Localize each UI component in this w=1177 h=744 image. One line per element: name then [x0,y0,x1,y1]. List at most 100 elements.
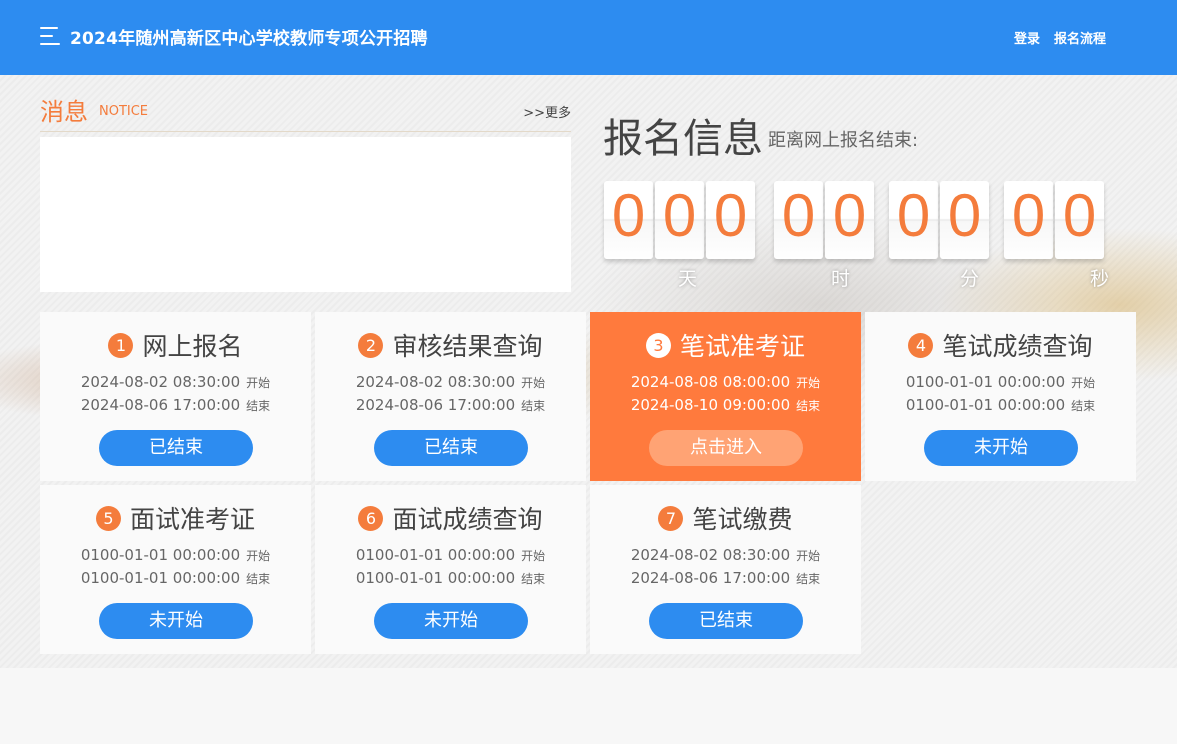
step-end-row: 2024-08-06 17:00:00 结束 [590,569,861,587]
step-number-badge: 4 [908,332,934,358]
step-start-tag: 开始 [796,549,821,563]
step-title: 审核结果查询 [392,332,543,361]
step-card: 4 笔试成绩查询 0100-01-01 00:00:00 开始 0100-01-01 0… [865,312,1136,481]
step-number-badge: 7 [658,505,684,531]
step-start-tag: 开始 [521,549,546,563]
countdown-hours-digit: 0 [825,181,874,259]
step-start-row: 0100-01-01 00:00:00 开始 [40,546,311,564]
step-card: 6 面试成绩查询 0100-01-01 00:00:00 开始 0100-01-01 0… [315,485,586,654]
step-card: 5 面试准考证 0100-01-01 00:00:00 开始 0100-01-01 00… [40,485,311,654]
step-title: 笔试准考证 [679,332,805,361]
step-end-tag: 结束 [796,399,821,413]
step-title: 笔试成绩查询 [942,332,1093,361]
registration-title: 报名信息 [603,116,763,162]
step-header: 2 审核结果查询 [315,328,586,362]
countdown-seconds-unit: 秒 [1090,268,1110,290]
step-action-button[interactable]: 未开始 [924,430,1078,466]
login-link[interactable]: 登录 [1014,28,1040,47]
step-end-time: 0100-01-01 00:00:00 [905,396,1066,414]
step-start-row: 0100-01-01 00:00:00 开始 [865,373,1136,391]
countdown-hours-unit: 时 [831,268,851,290]
step-start-tag: 开始 [1071,376,1096,390]
countdown-minutes-digit: 0 [940,181,989,259]
step-start-time: 2024-08-02 08:30:00 [355,373,516,391]
step-start-row: 2024-08-02 08:30:00 开始 [590,546,861,564]
step-end-tag: 结束 [521,399,546,413]
step-start-row: 2024-08-02 08:30:00 开始 [315,373,586,391]
step-end-time: 0100-01-01 00:00:00 [355,569,516,587]
step-end-time: 2024-08-06 17:00:00 [355,396,516,414]
step-action-button[interactable]: 未开始 [99,603,253,639]
step-card: 3 笔试准考证 2024-08-08 08:00:00 开始 2024-08-10 09… [590,312,861,481]
step-end-tag: 结束 [246,572,271,586]
notice-title: 消息 [40,98,88,126]
step-start-tag: 开始 [246,549,271,563]
step-start-time: 2024-08-02 08:30:00 [80,373,241,391]
step-action-button[interactable]: 点击进入 [649,430,803,466]
countdown-seconds-digit: 0 [1004,181,1053,259]
registration-countdown-label: 距离网上报名结束: [768,130,919,151]
site-title: 2024年随州高新区中心学校教师专项公开招聘 [70,29,428,49]
step-end-row: 0100-01-01 00:00:00 结束 [865,396,1136,414]
step-card: 2 审核结果查询 2024-08-02 08:30:00 开始 2024-08-06 1… [315,312,586,481]
notice-list [40,137,571,292]
step-start-time: 2024-08-02 08:30:00 [630,546,791,564]
step-header: 4 笔试成绩查询 [865,328,1136,362]
countdown-days-digit: 0 [706,181,755,259]
registration-process-link[interactable]: 报名流程 [1054,28,1106,47]
step-end-time: 2024-08-06 17:00:00 [80,396,241,414]
step-action-button[interactable]: 未开始 [374,603,528,639]
step-start-tag: 开始 [521,376,546,390]
step-action-button[interactable]: 已结束 [649,603,803,639]
step-start-time: 0100-01-01 00:00:00 [355,546,516,564]
step-start-row: 0100-01-01 00:00:00 开始 [315,546,586,564]
step-end-row: 0100-01-01 00:00:00 结束 [315,569,586,587]
step-header: 6 面试成绩查询 [315,501,586,535]
notice-more-link[interactable]: >>更多 [523,102,571,121]
notice-subtitle: NOTICE [99,104,149,119]
step-number-badge: 3 [645,332,671,358]
step-start-time: 2024-08-08 08:00:00 [630,373,791,391]
step-start-row: 2024-08-02 08:30:00 开始 [40,373,311,391]
step-end-row: 0100-01-01 00:00:00 结束 [40,569,311,587]
step-end-tag: 结束 [1071,399,1096,413]
top-navbar: 2024年随州高新区中心学校教师专项公开招聘 登录 报名流程 [0,0,1177,75]
step-card: 7 笔试缴费 2024-08-02 08:30:00 开始 2024-08-06 17:… [590,485,861,654]
notice-header: 消息 NOTICE >>更多 [40,90,571,132]
step-number-badge: 6 [358,505,384,531]
step-number-badge: 1 [108,332,134,358]
step-end-row: 2024-08-06 17:00:00 结束 [40,396,311,414]
countdown-days-digit: 0 [604,181,653,259]
countdown-days-unit: 天 [678,268,698,290]
step-start-time: 0100-01-01 00:00:00 [905,373,1066,391]
step-start-row: 2024-08-08 08:00:00 开始 [590,373,861,391]
step-title: 面试成绩查询 [392,505,543,534]
step-end-time: 2024-08-10 09:00:00 [630,396,791,414]
step-end-tag: 结束 [796,572,821,586]
step-action-button[interactable]: 已结束 [99,430,253,466]
step-title: 网上报名 [142,332,243,361]
step-title: 面试准考证 [129,505,255,534]
countdown-minutes-digit: 0 [889,181,938,259]
step-end-tag: 结束 [246,399,271,413]
step-action-button[interactable]: 已结束 [374,430,528,466]
step-end-tag: 结束 [521,572,546,586]
step-start-tag: 开始 [246,376,271,390]
step-end-row: 2024-08-06 17:00:00 结束 [315,396,586,414]
hamburger-menu-icon[interactable] [40,27,60,45]
step-number-badge: 2 [358,332,384,358]
step-header: 1 网上报名 [40,328,311,362]
countdown-hours-digit: 0 [774,181,823,259]
step-start-time: 0100-01-01 00:00:00 [80,546,241,564]
step-end-row: 2024-08-10 09:00:00 结束 [590,396,861,414]
step-number-badge: 5 [95,505,121,531]
countdown-minutes-unit: 分 [960,268,980,290]
step-header: 3 笔试准考证 [590,328,861,362]
step-header: 7 笔试缴费 [590,501,861,535]
countdown-seconds-digit: 0 [1055,181,1104,259]
step-end-time: 2024-08-06 17:00:00 [630,569,791,587]
step-card: 1 网上报名 2024-08-02 08:30:00 开始 2024-08-06 17:… [40,312,311,481]
step-header: 5 面试准考证 [40,501,311,535]
step-title: 笔试缴费 [692,505,793,534]
step-start-tag: 开始 [796,376,821,390]
